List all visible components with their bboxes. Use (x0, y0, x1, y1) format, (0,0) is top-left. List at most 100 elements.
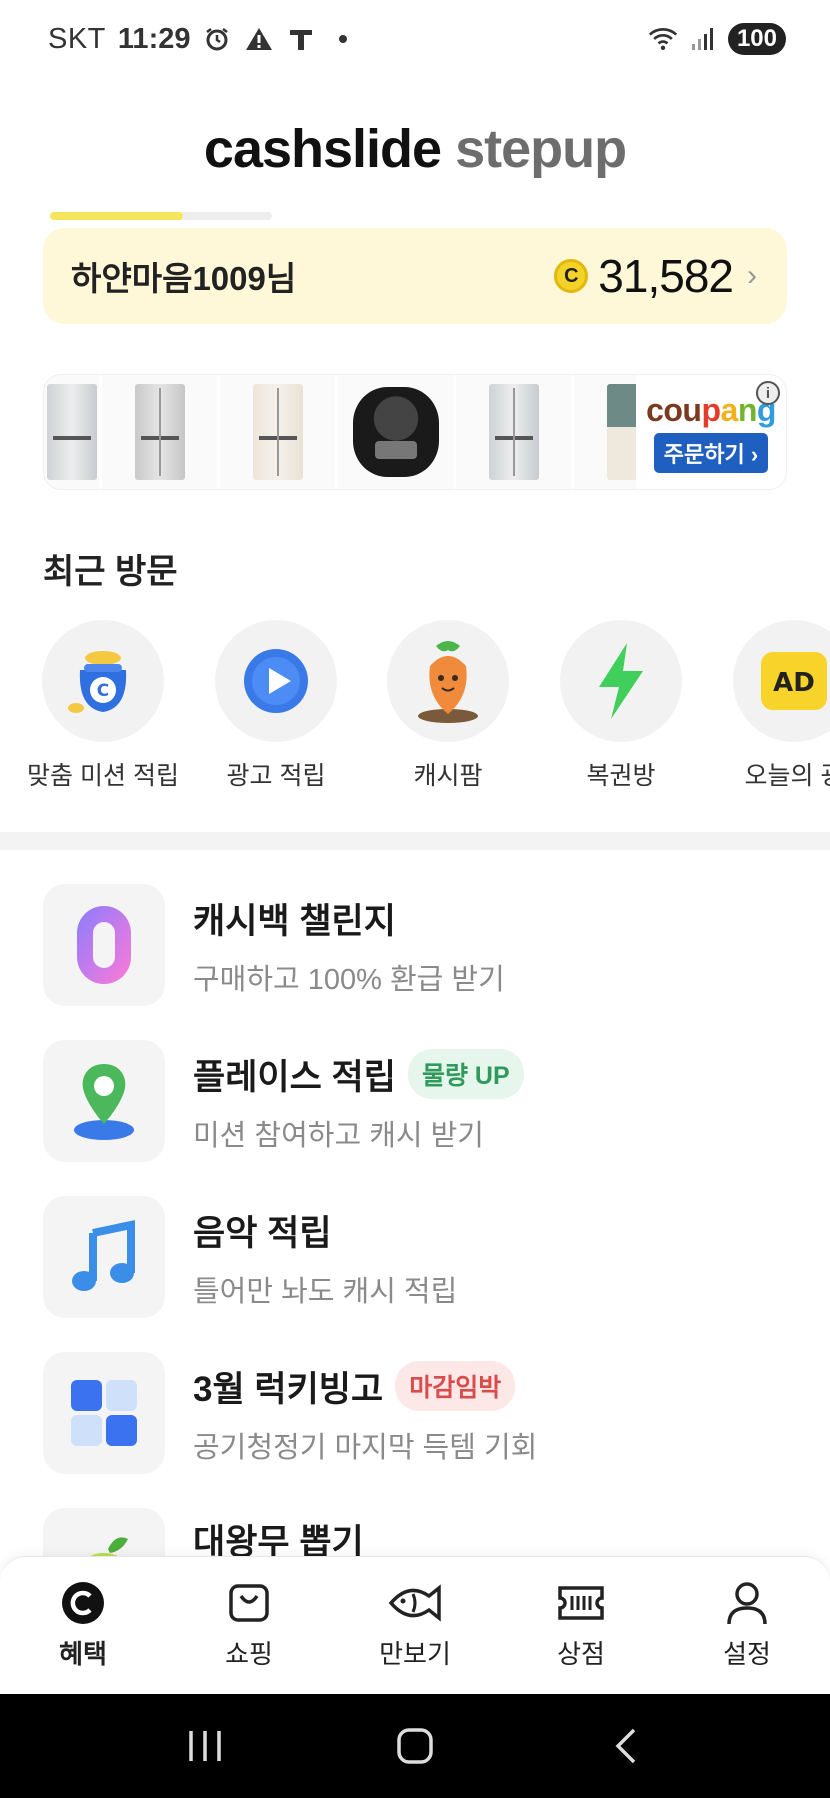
recent-item-custom-mission[interactable]: C 맞춤 미션 적립 (17, 620, 189, 790)
music-note-icon (72, 1220, 135, 1291)
list-item-title: 음악 적립 (193, 1213, 332, 1253)
radish-icon (90, 1537, 128, 1556)
app-logo: cashslide stepup (0, 118, 830, 180)
status-bar: SKT 11:29 100 (0, 0, 830, 78)
ad-product-rice-cooker (338, 375, 456, 489)
system-navigation-bar (0, 1694, 830, 1798)
list-item-text: 캐시백 챌린지 구매하고 100% 환급 받기 (193, 893, 505, 998)
recent-visit-title: 최근 방문 (43, 553, 178, 591)
back-button[interactable] (595, 1716, 655, 1776)
points-summary: C 31,582 › (554, 249, 757, 303)
recent-apps-button[interactable] (175, 1716, 235, 1776)
list-item-text: 플레이스 적립 물량 UP 미션 참여하고 캐시 받기 (193, 1049, 524, 1154)
order-button[interactable]: 주문하기 › (653, 432, 769, 473)
nav-item-settings[interactable]: 설정 (664, 1557, 830, 1694)
recent-item-label: 맞춤 미션 적립 (27, 762, 179, 790)
lightning-icon (599, 643, 643, 719)
grid-icon (71, 1380, 137, 1446)
ad-product-refrigerator (456, 375, 574, 489)
alarm-icon (202, 24, 232, 54)
status-left: SKT 11:29 (48, 23, 358, 56)
nav-label: 만보기 (379, 1639, 451, 1669)
clock: 11:29 (117, 22, 191, 55)
recent-item-icon-bg (215, 620, 337, 742)
status-badge: 물량 UP (407, 1049, 524, 1099)
ad-product-refrigerator (44, 375, 102, 489)
list-item-radish-pull[interactable]: 대왕무 뽑기 (43, 1508, 787, 1556)
brand-name: cashslide (203, 119, 442, 179)
carrier-label: SKT (48, 22, 106, 55)
coupang-ad-banner[interactable]: coupang 주문하기 › i (43, 374, 787, 490)
recent-item-cash-farm[interactable]: 캐시팜 (362, 620, 534, 790)
list-item-place-reward[interactable]: 플레이스 적립 물량 UP 미션 참여하고 캐시 받기 (43, 1040, 787, 1162)
points-value: 31,582 (598, 250, 734, 302)
list-title-row: 대왕무 뽑기 (193, 1514, 364, 1556)
nav-label: 쇼핑 (225, 1639, 273, 1669)
back-icon (615, 1728, 636, 1764)
info-icon[interactable]: i (756, 381, 780, 405)
list-item-title: 캐시백 챌린지 (193, 901, 396, 941)
home-button[interactable] (385, 1716, 445, 1776)
list-item-text: 3월 럭키빙고 마감임박 공기청정기 마지막 득템 기회 (193, 1361, 537, 1466)
cash-coin-icon (62, 1582, 104, 1624)
battery-indicator: 100 (727, 23, 786, 55)
recent-item-today-ad[interactable]: AD 오늘의 광 (708, 620, 830, 790)
recent-item-icon-bg: C (42, 620, 164, 742)
recent-item-lottery[interactable]: 복권방 (535, 620, 707, 790)
list-title-row: 캐시백 챌린지 (193, 893, 505, 944)
list-item-icon-bg (43, 1196, 165, 1318)
recent-item-icon-bg: AD (733, 620, 830, 742)
list-item-icon-bg (43, 884, 165, 1006)
zero-icon (77, 906, 131, 984)
recent-item-label: 복권방 (586, 762, 656, 790)
list-item-text: 대왕무 뽑기 (193, 1514, 364, 1556)
carrot-icon (418, 641, 478, 723)
recent-item-label: 광고 적립 (226, 762, 326, 790)
list-item-subtitle: 구매하고 100% 환급 받기 (193, 963, 505, 996)
coin-icon: C (554, 259, 589, 293)
svg-text:C: C (97, 681, 109, 701)
status-badge: 마감임박 (395, 1361, 516, 1411)
brand-sub: stepup (455, 119, 627, 179)
list-item-title: 3월 럭키빙고 (193, 1369, 384, 1409)
status-right: 100 (648, 23, 786, 55)
nav-label: 혜택 (59, 1639, 107, 1669)
list-item-cashback-challenge[interactable]: 캐시백 챌린지 구매하고 100% 환급 받기 (43, 884, 787, 1006)
recent-item-ad-reward[interactable]: 광고 적립 (190, 620, 362, 790)
nav-item-benefits[interactable]: 혜택 (0, 1557, 166, 1694)
fish-icon (388, 1584, 441, 1622)
list-item-music-reward[interactable]: 음악 적립 틀어만 놔도 캐시 적립 (43, 1196, 787, 1318)
nav-label: 설정 (723, 1639, 771, 1669)
nav-item-pedometer[interactable]: 만보기 (332, 1557, 498, 1694)
ticket-icon (558, 1586, 604, 1620)
list-item-text: 음악 적립 틀어만 놔도 캐시 적립 (193, 1205, 457, 1310)
refrigerator-image (46, 384, 97, 480)
list-item-subtitle: 공기청정기 마지막 득템 기회 (193, 1431, 538, 1464)
list-item-icon-bg (43, 1040, 165, 1162)
list-title-row: 플레이스 적립 물량 UP (193, 1049, 524, 1100)
recent-item-icon-bg (560, 620, 682, 742)
list-item-icon-bg (43, 1352, 165, 1474)
list-title-row: 음악 적립 (193, 1205, 457, 1256)
recent-item-label: 캐시팜 (413, 762, 483, 790)
dot-icon (328, 24, 358, 54)
step-progress-fill (50, 212, 184, 220)
list-item-lucky-bingo[interactable]: 3월 럭키빙고 마감임박 공기청정기 마지막 득템 기회 (43, 1352, 787, 1474)
recent-item-icon-bg (387, 620, 509, 742)
nav-item-shopping[interactable]: 쇼핑 (166, 1557, 332, 1694)
home-icon (397, 1728, 433, 1764)
shopping-bag-icon (229, 1584, 269, 1622)
section-divider (0, 832, 830, 850)
t-icon (286, 24, 316, 54)
list-item-title: 플레이스 적립 (193, 1057, 396, 1097)
map-pin-icon (74, 1064, 134, 1140)
nav-item-store[interactable]: 상점 (498, 1557, 664, 1694)
warning-icon (244, 24, 274, 54)
user-points-card[interactable]: 하얀마음1009님 C 31,582 › (43, 228, 787, 324)
ad-product-refrigerator (220, 375, 338, 489)
refrigerator-image (252, 384, 303, 480)
bottom-navigation: 혜택 쇼핑 만보기 상점 설정 (0, 1556, 830, 1694)
list-item-icon-bg (43, 1508, 165, 1556)
list-item-subtitle: 미션 참여하고 캐시 받기 (193, 1119, 484, 1152)
svg-text:AD: AD (773, 668, 815, 698)
